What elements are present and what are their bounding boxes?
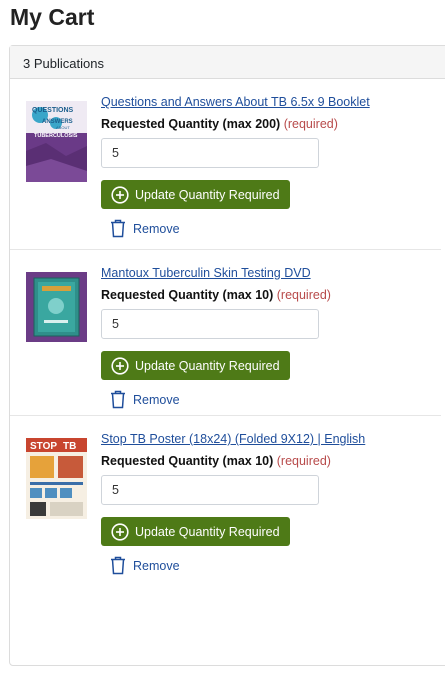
quantity-label: Requested Quantity (max 10) <box>101 454 274 468</box>
update-quantity-label: Update Quantity Required <box>135 524 280 539</box>
quantity-label-row: Requested Quantity (max 10) (required) <box>101 287 441 303</box>
remove-button[interactable]: Remove <box>110 556 441 575</box>
thumb-text: STOP <box>30 441 57 452</box>
page-title: My Cart <box>10 4 95 30</box>
remove-label: Remove <box>133 392 180 407</box>
publication-title-link[interactable]: Questions and Answers About TB 6.5x 9 Bo… <box>101 94 441 110</box>
publication-thumbnail: STOP TB <box>26 438 87 519</box>
thumb-text: TUBERCULOSIS <box>34 133 78 139</box>
remove-label: Remove <box>133 221 180 236</box>
remove-button[interactable]: Remove <box>110 219 441 238</box>
update-quantity-button[interactable]: Update Quantity Required <box>101 351 290 380</box>
quantity-label: Requested Quantity (max 200) <box>101 117 281 131</box>
remove-label: Remove <box>133 558 180 573</box>
remove-button[interactable]: Remove <box>110 390 441 409</box>
update-quantity-button[interactable]: Update Quantity Required <box>101 180 290 209</box>
item-details: Stop TB Poster (18x24) (Folded 9X12) | E… <box>101 431 441 575</box>
thumb-text: QUESTIONS <box>32 107 74 114</box>
cart-panel: 3 Publications QUESTIONS ANSWERS ABOUT T… <box>9 45 445 666</box>
item-details: Questions and Answers About TB 6.5x 9 Bo… <box>101 94 441 238</box>
publication-thumbnail: QUESTIONS ANSWERS ABOUT TUBERCULOSIS <box>26 101 87 182</box>
publication-title-link[interactable]: Mantoux Tuberculin Skin Testing DVD <box>101 265 441 281</box>
publication-title-link[interactable]: Stop TB Poster (18x24) (Folded 9X12) | E… <box>101 431 441 447</box>
update-quantity-button[interactable]: Update Quantity Required <box>101 517 290 546</box>
quantity-input[interactable] <box>101 309 319 339</box>
cart-item: STOP TB Stop TB Poster (18x24) (Folded 9… <box>10 416 441 582</box>
quantity-label: Requested Quantity (max 10) <box>101 288 274 302</box>
cart-item: QUESTIONS ANSWERS ABOUT TUBERCULOSIS Que… <box>10 79 441 250</box>
trash-icon <box>111 219 125 238</box>
quantity-label-row: Requested Quantity (max 10) (required) <box>101 453 441 469</box>
update-quantity-label: Update Quantity Required <box>135 358 280 373</box>
thumb-text: TB <box>63 441 76 452</box>
trash-icon <box>111 556 125 575</box>
plus-circle-icon <box>111 522 129 541</box>
plus-circle-icon <box>111 185 129 204</box>
plus-circle-icon <box>111 356 129 375</box>
cart-item: Mantoux Tuberculin Skin Testing DVD Requ… <box>10 250 441 416</box>
publication-thumbnail <box>26 272 87 342</box>
trash-icon <box>111 390 125 409</box>
cart-count: 3 Publications <box>10 46 445 79</box>
required-label: (required) <box>276 288 331 302</box>
quantity-input[interactable] <box>101 138 319 168</box>
quantity-input[interactable] <box>101 475 319 505</box>
quantity-label-row: Requested Quantity (max 200) (required) <box>101 116 441 132</box>
update-quantity-label: Update Quantity Required <box>135 187 280 202</box>
item-details: Mantoux Tuberculin Skin Testing DVD Requ… <box>101 265 441 409</box>
thumb-text: ABOUT <box>56 125 70 130</box>
required-label: (required) <box>283 117 338 131</box>
required-label: (required) <box>276 454 331 468</box>
